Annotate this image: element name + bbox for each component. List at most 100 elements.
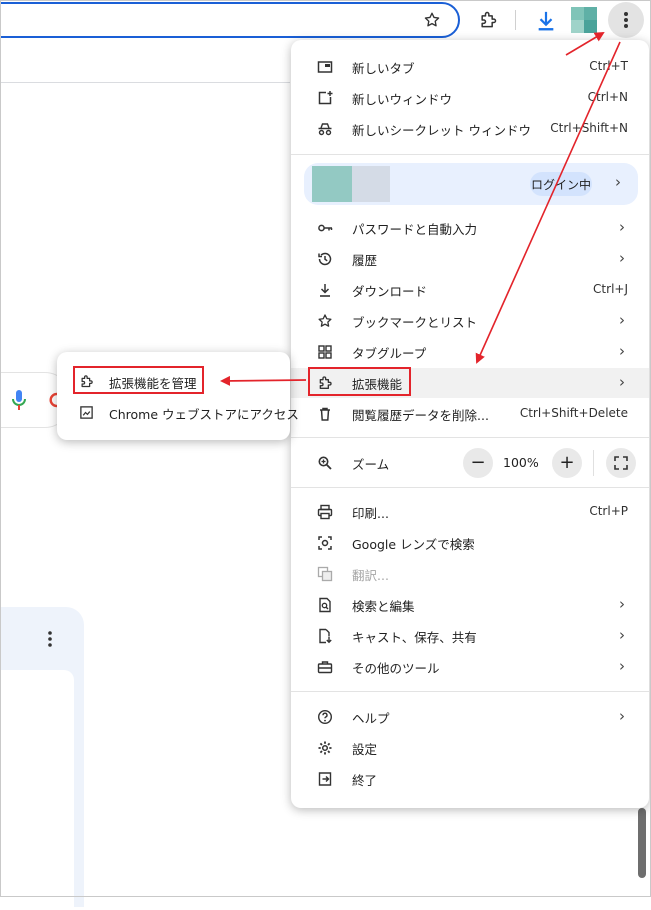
zoom-in-button[interactable]: + [552, 448, 582, 478]
settings-label: 設定 [352, 742, 378, 757]
chevron-right-icon: › [619, 707, 625, 725]
menu-item-downloads[interactable]: ダウンロード Ctrl+J [291, 275, 649, 305]
webstore-label: Chrome ウェブストアにアクセス [109, 407, 299, 422]
toolbar-divider [515, 10, 516, 30]
menu-item-passwords[interactable]: パスワードと自動入力 › [291, 213, 649, 243]
menu-item-history[interactable]: 履歴 › [291, 244, 649, 274]
extensions-icon[interactable] [476, 8, 500, 32]
translate-icon [317, 566, 333, 582]
print-label: 印刷... [352, 506, 389, 521]
menu-item-translate: 翻訳... [291, 559, 649, 589]
chrome-main-menu: 新しいタブ Ctrl+T 新しいウィンドウ Ctrl+N 新しいシークレット ウ… [291, 40, 649, 808]
clear-data-shortcut: Ctrl+Shift+Delete [519, 406, 628, 420]
mic-icon[interactable] [12, 389, 26, 415]
more-tools-label: その他のツール [352, 661, 440, 676]
history-label: 履歴 [352, 253, 378, 268]
profile-avatar-large [312, 166, 352, 202]
zoom-label: ズーム [352, 457, 390, 472]
passwords-label: パスワードと自動入力 [352, 222, 478, 237]
menu-item-print[interactable]: 印刷... Ctrl+P [291, 497, 649, 527]
new-incognito-shortcut: Ctrl+Shift+N [550, 121, 628, 135]
downloads-shortcut: Ctrl+J [593, 282, 628, 296]
menu-item-cast[interactable]: キャスト、保存、共有 › [291, 621, 649, 651]
new-window-icon [317, 90, 333, 106]
page-scrollbar[interactable] [638, 808, 646, 878]
zoom-level: 100% [503, 455, 539, 470]
profile-avatar[interactable] [571, 7, 597, 33]
webstore-icon [79, 405, 94, 420]
submenu-item-webstore[interactable]: Chrome ウェブストアにアクセス [57, 397, 299, 427]
toolbox-icon [317, 659, 333, 675]
menu-separator [291, 437, 649, 438]
translate-label: 翻訳... [352, 568, 389, 583]
star-icon[interactable] [422, 10, 442, 30]
chevron-right-icon: › [619, 311, 625, 329]
exit-icon [317, 771, 333, 787]
cast-label: キャスト、保存、共有 [352, 630, 477, 645]
exit-label: 終了 [352, 773, 378, 788]
menu-item-tab-groups[interactable]: タブグループ › [291, 337, 649, 367]
menu-item-new-tab[interactable]: 新しいタブ Ctrl+T [291, 52, 649, 82]
fullscreen-icon[interactable] [606, 448, 636, 478]
menu-item-help[interactable]: ヘルプ › [291, 702, 649, 732]
download-icon[interactable] [534, 8, 558, 34]
trash-icon [317, 406, 333, 422]
toolbar-divider-line [0, 82, 290, 83]
find-icon [317, 597, 333, 613]
zoom-divider [593, 450, 594, 476]
gear-icon [317, 740, 333, 756]
annotation-box-manage [73, 366, 204, 394]
key-icon [317, 220, 333, 236]
zoom-icon [317, 455, 333, 471]
new-tab-label: 新しいタブ [352, 61, 415, 76]
chevron-right-icon: › [619, 249, 625, 267]
lens-label: Google レンズで検索 [352, 537, 475, 552]
login-status-badge: ログイン中 [530, 172, 592, 196]
clear-data-label: 閲覧履歴データを削除... [352, 408, 489, 423]
lens-icon [317, 535, 333, 551]
new-window-label: 新しいウィンドウ [352, 92, 453, 107]
new-incognito-label: 新しいシークレット ウィンドウ [352, 123, 531, 138]
chevron-right-icon: › [619, 595, 625, 613]
new-tab-icon [317, 59, 333, 75]
zoom-out-button[interactable]: − [463, 448, 493, 478]
chevron-right-icon: › [619, 657, 625, 675]
menu-item-find-edit[interactable]: 検索と編集 › [291, 590, 649, 620]
menu-item-zoom: ズーム − 100% + [291, 448, 649, 478]
menu-separator [291, 154, 649, 155]
downloads-label: ダウンロード [352, 284, 428, 299]
help-icon [317, 709, 333, 725]
menu-item-settings[interactable]: 設定 [291, 733, 649, 763]
chevron-right-icon: › [615, 173, 621, 191]
menu-item-lens[interactable]: Google レンズで検索 [291, 528, 649, 558]
card-more-icon[interactable] [47, 630, 53, 652]
menu-separator [291, 691, 649, 692]
profile-row[interactable]: ログイン中 › [304, 163, 638, 205]
tab-groups-icon [317, 344, 333, 360]
chevron-right-icon: › [619, 373, 625, 391]
bookmarks-label: ブックマークとリスト [352, 315, 478, 330]
menu-item-bookmarks[interactable]: ブックマークとリスト › [291, 306, 649, 336]
more-vert-icon[interactable] [608, 2, 644, 38]
menu-item-clear-data[interactable]: 閲覧履歴データを削除... Ctrl+Shift+Delete [291, 399, 649, 429]
chevron-right-icon: › [619, 626, 625, 644]
new-window-shortcut: Ctrl+N [587, 90, 628, 104]
chevron-right-icon: › [619, 218, 625, 236]
profile-name-mask [352, 166, 390, 202]
download-icon [317, 282, 333, 298]
print-shortcut: Ctrl+P [589, 504, 628, 518]
find-edit-label: 検索と編集 [352, 599, 415, 614]
star-icon [317, 313, 333, 329]
menu-separator [291, 487, 649, 488]
tab-groups-label: タブグループ [352, 346, 427, 361]
menu-item-more-tools[interactable]: その他のツール › [291, 652, 649, 682]
save-file-icon [317, 628, 333, 644]
address-bar[interactable] [0, 2, 460, 38]
annotation-box-extensions [308, 367, 411, 396]
help-label: ヘルプ [352, 711, 390, 726]
printer-icon [317, 504, 333, 520]
chevron-right-icon: › [619, 342, 625, 360]
menu-item-new-window[interactable]: 新しいウィンドウ Ctrl+N [291, 83, 649, 113]
menu-item-new-incognito[interactable]: 新しいシークレット ウィンドウ Ctrl+Shift+N [291, 114, 649, 144]
menu-item-exit[interactable]: 終了 [291, 764, 649, 794]
